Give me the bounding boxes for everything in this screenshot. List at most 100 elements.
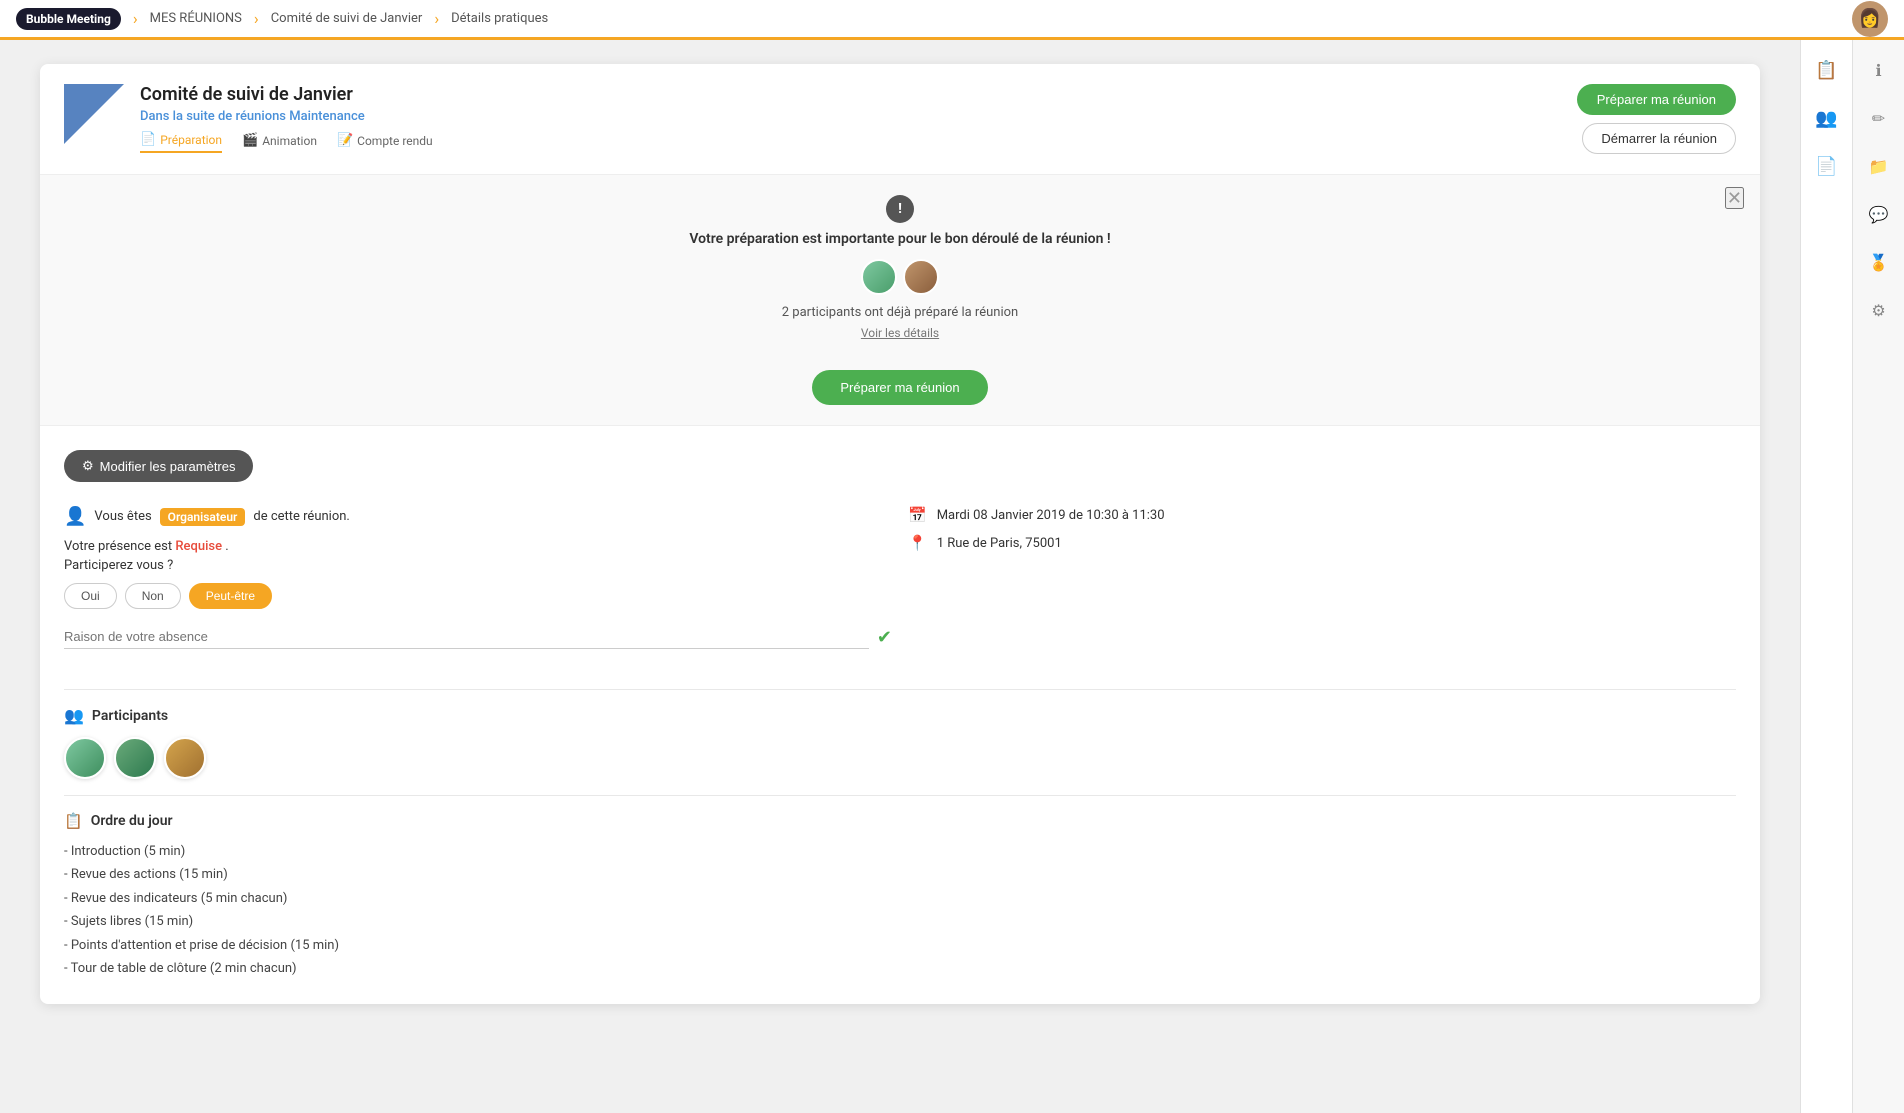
sidebar-btn-document[interactable]: 📄 [1805,144,1849,188]
agenda-item-1: - Introduction (5 min) [64,840,1736,863]
users-icon: 👥 [1815,108,1837,129]
far-right-panel: ℹ ✏ 📁 💬 🏅 ⚙ [1852,40,1904,1113]
nav-mes-reunions[interactable]: MES RÉUNIONS [150,11,242,26]
participant-avatar-3 [164,737,206,779]
subtitle-link[interactable]: Maintenance [289,109,364,124]
meeting-subtitle: Dans la suite de réunions Maintenance [140,109,433,124]
settings-gear-icon: ⚙ [82,458,94,474]
prep-avatar-2 [903,259,939,295]
start-meeting-btn[interactable]: Démarrer la réunion [1582,123,1736,154]
card-tabs: 📄 Préparation 🎬 Animation 📝 Compte rendu [140,132,433,153]
center-content: Comité de suivi de Janvier Dans la suite… [0,40,1800,1113]
organizer-suffix: de cette réunion. [253,509,349,524]
logo[interactable]: Bubble Meeting [16,8,121,30]
panel-btn-info[interactable]: ℹ [1857,48,1901,92]
agenda-item-3: - Revue des indicateurs (5 min chacun) [64,887,1736,910]
date-line: 📅 Mardi 08 Janvier 2019 de 10:30 à 11:30 [908,506,1736,524]
blue-triangle-decoration [64,84,124,144]
main-card: Comité de suivi de Janvier Dans la suite… [40,64,1760,1004]
panel-btn-folder[interactable]: 📁 [1857,144,1901,188]
tab-preparation-label: Préparation [160,133,222,147]
info-panel-icon: ℹ [1875,61,1881,80]
nav-sep-1: › [133,9,138,28]
close-banner-btn[interactable]: ✕ [1725,187,1744,209]
check-icon: ✔ [877,627,892,648]
tab-preparation[interactable]: 📄 Préparation [140,132,222,153]
agenda-section-title: 📋 Ordre du jour [64,812,1736,830]
divider-1 [64,689,1736,690]
raison-row: ✔ [64,625,892,649]
sidebar-btn-clipboard[interactable]: 📋 [1805,48,1849,92]
card-header: Comité de suivi de Janvier Dans la suite… [40,64,1760,175]
main-layout: Comité de suivi de Janvier Dans la suite… [0,40,1904,1113]
card-body: ⚙ Modifier les paramètres 👤 Vous êtes Or… [40,426,1760,1004]
agenda-item-2: - Revue des actions (15 min) [64,863,1736,886]
prep-avatars [64,259,1736,295]
choice-peut-etre-btn[interactable]: Peut-être [189,583,272,609]
panel-btn-chat[interactable]: 💬 [1857,192,1901,236]
subtitle-prefix: Dans la suite de réunions [140,109,286,124]
nav-details[interactable]: Détails pratiques [451,11,548,26]
voir-details-link[interactable]: Voir les détails [64,326,1736,340]
participants-row [64,737,1736,779]
card-header-actions: Préparer ma réunion Démarrer la réunion [1577,84,1736,154]
tab-compte-rendu-label: Compte rendu [357,134,433,148]
participants-title: Participants [92,708,168,724]
chat-panel-icon: 💬 [1869,205,1889,224]
panel-btn-badge[interactable]: 🏅 [1857,240,1901,284]
card-title-block: Comité de suivi de Janvier Dans la suite… [140,84,433,153]
tab-animation-label: Animation [262,134,317,148]
prep-banner: ✕ ! Votre préparation est importante pou… [40,175,1760,426]
meeting-info-grid: 👤 Vous êtes Organisateur de cette réunio… [64,506,1736,669]
organizer-badge: Organisateur [160,508,246,526]
person-icon: 👤 [64,506,86,527]
settings-button[interactable]: ⚙ Modifier les paramètres [64,450,253,482]
panel-btn-settings[interactable]: ⚙ [1857,288,1901,332]
prepare-meeting-btn[interactable]: Préparer ma réunion [1577,84,1736,115]
choice-oui-btn[interactable]: Oui [64,583,117,609]
info-right: 📅 Mardi 08 Janvier 2019 de 10:30 à 11:30… [908,506,1736,669]
presence-label: Votre présence est [64,539,172,554]
presence-required: Requise [175,539,222,554]
participer-line: Participerez vous ? [64,558,892,573]
calendar-icon: 📅 [908,506,927,524]
tab-compte-rendu-icon: 📝 [337,133,353,148]
choice-non-btn[interactable]: Non [125,583,181,609]
date-label: Mardi 08 Janvier 2019 de 10:30 à 11:30 [937,508,1165,523]
tab-animation-icon: 🎬 [242,133,258,148]
divider-2 [64,795,1736,796]
participants-icon: 👥 [64,706,84,725]
tab-animation[interactable]: 🎬 Animation [242,132,317,153]
participant-avatar-2 [114,737,156,779]
settings-panel-icon: ⚙ [1871,301,1885,320]
clipboard-icon: 📋 [1815,60,1837,81]
edit-panel-icon: ✏ [1872,109,1885,128]
location-label: 1 Rue de Paris, 75001 [937,536,1062,551]
organizer-prefix: Vous êtes [94,509,151,524]
agenda-item-4: - Sujets libres (15 min) [64,910,1736,933]
presence-line: Votre présence est Requise . [64,539,892,554]
prep-avatar-1 [861,259,897,295]
tab-preparation-icon: 📄 [140,132,156,147]
nav-comite[interactable]: Comité de suivi de Janvier [271,11,423,26]
tab-compte-rendu[interactable]: 📝 Compte rendu [337,132,433,153]
nav-sep-2: › [254,9,259,28]
prep-meeting-banner-btn[interactable]: Préparer ma réunion [812,370,987,405]
participants-section-title: 👥 Participants [64,706,1736,725]
document-icon: 📄 [1815,156,1837,177]
user-avatar[interactable]: 👩 [1852,1,1888,37]
location-line: 📍 1 Rue de Paris, 75001 [908,534,1736,552]
badge-panel-icon: 🏅 [1869,253,1889,272]
sidebar-btn-users[interactable]: 👥 [1805,96,1849,140]
agenda-items: - Introduction (5 min) - Revue des actio… [64,840,1736,980]
agenda-item-6: - Tour de table de clôture (2 min chacun… [64,957,1736,980]
prep-count: 2 participants ont déjà préparé la réuni… [64,305,1736,320]
raison-input[interactable] [64,625,869,649]
organizer-line: 👤 Vous êtes Organisateur de cette réunio… [64,506,892,527]
participant-avatar-1 [64,737,106,779]
location-icon: 📍 [908,534,927,552]
info-left: 👤 Vous êtes Organisateur de cette réunio… [64,506,892,669]
nav-sep-3: › [434,9,439,28]
info-icon: ! [886,195,914,223]
panel-btn-edit[interactable]: ✏ [1857,96,1901,140]
